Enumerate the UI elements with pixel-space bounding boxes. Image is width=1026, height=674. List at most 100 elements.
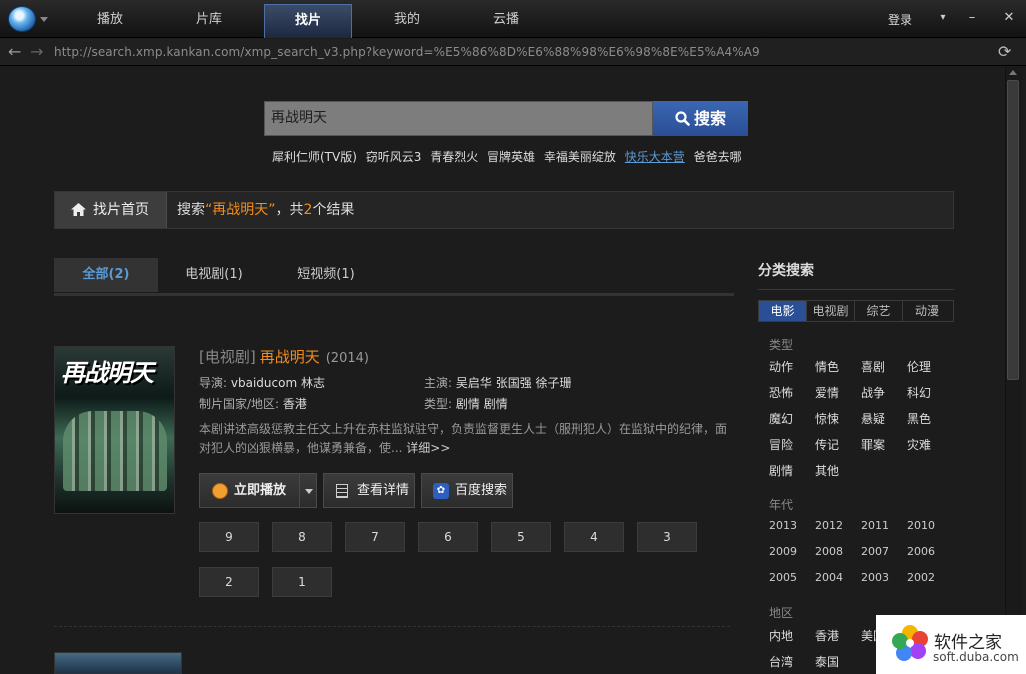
- play-now-button[interactable]: 立即播放: [199, 473, 300, 508]
- year-item[interactable]: 2007: [861, 545, 889, 558]
- type-item[interactable]: 黑色: [907, 410, 931, 427]
- type-item[interactable]: 传记: [815, 436, 839, 453]
- type-item[interactable]: 剧情: [769, 462, 793, 479]
- episode-button[interactable]: 9: [199, 522, 259, 552]
- nav-tab-play[interactable]: 播放: [66, 4, 154, 38]
- category-tabs: 电影 电视剧 综艺 动漫: [758, 300, 954, 322]
- breadcrumb-home-label: 找片首页: [93, 202, 149, 218]
- result-divider: [54, 626, 730, 627]
- year-item[interactable]: 2003: [861, 571, 889, 584]
- hot-keyword[interactable]: 青春烈火: [430, 150, 478, 164]
- category-tab-variety[interactable]: 综艺: [855, 301, 903, 321]
- nav-tab-cloud[interactable]: 云播: [462, 4, 550, 38]
- type-item[interactable]: 喜剧: [861, 358, 885, 375]
- type-item[interactable]: 情色: [815, 358, 839, 375]
- type-item[interactable]: 罪案: [861, 436, 885, 453]
- back-arrow-icon[interactable]: ←: [8, 43, 21, 61]
- result-director: 导演: vbaiducom 林志: [199, 374, 325, 391]
- type-item[interactable]: 惊悚: [815, 410, 839, 427]
- more-link[interactable]: 详细>>: [406, 441, 450, 455]
- breadcrumb-home-button[interactable]: 找片首页: [55, 192, 167, 228]
- cast-label: 主演:: [424, 376, 453, 390]
- hot-keyword-hovered[interactable]: 快乐大本营: [625, 150, 685, 164]
- year-label: 年代: [769, 498, 794, 512]
- year-item[interactable]: 2006: [907, 545, 935, 558]
- nav-tab-find[interactable]: 找片: [264, 4, 352, 38]
- genre-value: 剧情 剧情: [455, 397, 508, 411]
- close-icon[interactable]: ✕: [1000, 8, 1018, 28]
- year-item[interactable]: 2005: [769, 571, 797, 584]
- year-item[interactable]: 2004: [815, 571, 843, 584]
- type-item[interactable]: 战争: [861, 384, 885, 401]
- type-item[interactable]: 悬疑: [861, 410, 885, 427]
- episode-button[interactable]: 5: [491, 522, 551, 552]
- tab-tv[interactable]: 电视剧(1): [162, 258, 266, 292]
- region-item[interactable]: 台湾: [769, 653, 793, 670]
- hot-keyword[interactable]: 窃听风云3: [366, 150, 422, 164]
- app-logo-icon[interactable]: [8, 6, 36, 32]
- result-name-link[interactable]: 再战明天: [260, 348, 320, 366]
- category-tab-anime[interactable]: 动漫: [903, 301, 951, 321]
- tab-short-video[interactable]: 短视频(1): [274, 258, 378, 292]
- region-item[interactable]: 泰国: [815, 653, 839, 670]
- refresh-icon[interactable]: ⟳: [998, 42, 1011, 61]
- menu-dropdown-icon[interactable]: ▾: [934, 8, 952, 28]
- type-item[interactable]: 恐怖: [769, 384, 793, 401]
- type-item[interactable]: 伦理: [907, 358, 931, 375]
- search-button[interactable]: 搜索: [653, 101, 748, 136]
- login-link[interactable]: 登录: [888, 11, 912, 28]
- app-menu-caret-icon[interactable]: [40, 17, 48, 22]
- forward-arrow-icon[interactable]: →: [30, 43, 43, 61]
- second-result-poster[interactable]: [54, 652, 182, 674]
- nav-tab-library[interactable]: 片库: [165, 4, 253, 38]
- type-item[interactable]: 灾难: [907, 436, 931, 453]
- baidu-search-button[interactable]: ✿ 百度搜索: [421, 473, 513, 508]
- search-input[interactable]: 再战明天: [264, 101, 653, 136]
- poster-title: 再战明天: [61, 358, 154, 387]
- year-item[interactable]: 2013: [769, 519, 797, 532]
- episode-button[interactable]: 2: [199, 567, 259, 597]
- type-item[interactable]: 冒险: [769, 436, 793, 453]
- play-options-dropdown[interactable]: [299, 473, 317, 508]
- episode-button[interactable]: 4: [564, 522, 624, 552]
- region-item[interactable]: 香港: [815, 627, 839, 644]
- view-details-button[interactable]: 查看详情: [323, 473, 415, 508]
- result-poster[interactable]: 再战明天: [54, 346, 175, 514]
- scroll-up-arrow-icon[interactable]: [1009, 70, 1017, 75]
- episode-button[interactable]: 6: [418, 522, 478, 552]
- year-item[interactable]: 2011: [861, 519, 889, 532]
- episode-button[interactable]: 1: [272, 567, 332, 597]
- result-tabs: 全部(2) 电视剧(1) 短视频(1): [54, 258, 734, 296]
- episode-button[interactable]: 7: [345, 522, 405, 552]
- region-item[interactable]: 内地: [769, 627, 793, 644]
- nav-tab-mine[interactable]: 我的: [363, 4, 451, 38]
- cast-value[interactable]: 吴启华 张国强 徐子珊: [456, 376, 572, 390]
- hot-keyword[interactable]: 幸福美丽绽放: [544, 150, 616, 164]
- episode-button[interactable]: 8: [272, 522, 332, 552]
- genre-label: 类型:: [424, 397, 453, 411]
- type-item[interactable]: 动作: [769, 358, 793, 375]
- year-item[interactable]: 2009: [769, 545, 797, 558]
- hot-keyword[interactable]: 冒牌英雄: [487, 150, 535, 164]
- summary-keyword: “再战明天”: [205, 202, 276, 218]
- hot-keyword[interactable]: 犀利仁师(TV版): [272, 150, 357, 164]
- year-item[interactable]: 2012: [815, 519, 843, 532]
- hot-keyword[interactable]: 爸爸去哪: [694, 150, 742, 164]
- url-field[interactable]: http://search.xmp.kankan.com/xmp_search_…: [54, 45, 760, 59]
- type-item[interactable]: 爱情: [815, 384, 839, 401]
- director-value[interactable]: vbaiducom 林志: [231, 376, 325, 390]
- year-item[interactable]: 2002: [907, 571, 935, 584]
- episode-button[interactable]: 3: [637, 522, 697, 552]
- scrollbar-thumb[interactable]: [1007, 80, 1019, 380]
- director-label: 导演:: [199, 376, 228, 390]
- category-tab-tv[interactable]: 电视剧: [807, 301, 855, 321]
- year-item[interactable]: 2010: [907, 519, 935, 532]
- type-item[interactable]: 魔幻: [769, 410, 793, 427]
- year-item[interactable]: 2008: [815, 545, 843, 558]
- type-item[interactable]: 科幻: [907, 384, 931, 401]
- type-item[interactable]: 其他: [815, 462, 839, 479]
- play-now-label: 立即播放: [234, 483, 287, 498]
- tab-all[interactable]: 全部(2): [54, 258, 158, 292]
- category-tab-movie[interactable]: 电影: [759, 301, 807, 321]
- summary-prefix: 搜索: [177, 202, 205, 218]
